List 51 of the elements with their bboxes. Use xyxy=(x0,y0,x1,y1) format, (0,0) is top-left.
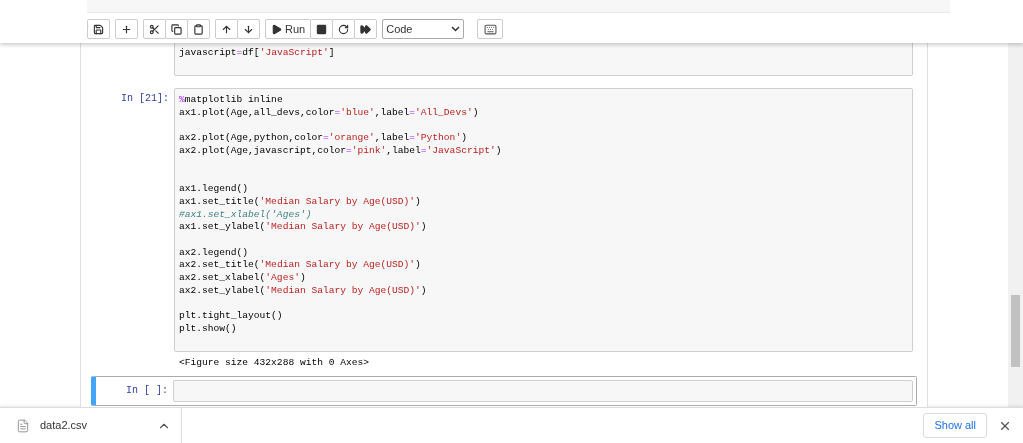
stop-button[interactable] xyxy=(310,19,334,39)
paste-button[interactable] xyxy=(187,19,210,39)
code-line: javascript=df['JavaScript'] xyxy=(179,46,335,59)
add-cell-button[interactable] xyxy=(115,19,138,39)
code-line: ax2.set_ylabel('Median Salary by Age(USD)') xyxy=(179,283,427,297)
code-line: ax2.legend() xyxy=(179,245,249,259)
cell-type-dropdown[interactable]: Code xyxy=(382,19,465,39)
move-down-button[interactable] xyxy=(237,19,260,39)
run-all-button[interactable] xyxy=(354,19,378,39)
fast-forward-icon xyxy=(360,23,372,35)
keyboard-button[interactable] xyxy=(477,19,504,39)
code-line: ax1.legend() xyxy=(179,182,249,195)
code-line: ax2.set_title('Median Salary by Age(USD)') xyxy=(179,258,421,271)
show-all-button[interactable]: Show all xyxy=(923,413,987,438)
code-line: %matplotlib inline xyxy=(179,93,283,107)
cell-output: <Figure size 432x288 with 0 Axes> xyxy=(178,356,370,370)
scissors-icon xyxy=(149,23,160,35)
circular-arrow-icon xyxy=(338,23,350,35)
keyboard-icon xyxy=(483,22,497,36)
square-icon xyxy=(316,23,328,35)
code-input-area[interactable] xyxy=(173,380,913,403)
copy-icon xyxy=(171,23,182,35)
copy-button[interactable] xyxy=(165,19,188,39)
play-icon xyxy=(271,23,282,35)
code-input-area[interactable] xyxy=(174,88,913,353)
plus-icon xyxy=(121,23,132,35)
code-line: ax2.plot(Age,python,color='orange',label='Python') xyxy=(179,131,467,145)
code-line: ax1.set_ylabel('Median Salary by Age(USD)') xyxy=(179,220,427,233)
arrow-up-icon xyxy=(221,23,232,35)
code-line: ax1.set_title('Median Salary by Age(USD)') xyxy=(179,194,421,208)
cut-button[interactable] xyxy=(143,19,166,39)
code-line: plt.show() xyxy=(179,321,237,335)
scrollbar-thumb[interactable] xyxy=(1011,295,1020,367)
code-line: ax2.plot(Age,javascript,color='pink',label='JavaScript') xyxy=(179,144,502,157)
code-input-area[interactable]: javascript=df['JavaScript'] xyxy=(174,41,913,77)
file-icon xyxy=(16,418,30,433)
input-prompt: In [21]: xyxy=(121,92,169,107)
save-button[interactable] xyxy=(87,19,110,39)
move-up-button[interactable] xyxy=(215,19,238,39)
code-line: ax2.set_xlabel('Ages') xyxy=(179,271,306,284)
code-line: ax1.plot(Age,all_devs,color='blue',label='All_Devs') xyxy=(179,106,479,119)
code-line: #ax1.set_xlabel('Ages') xyxy=(179,207,312,221)
file-name: data2.csv xyxy=(40,418,89,434)
chevron-down-icon xyxy=(451,26,461,32)
arrow-down-icon xyxy=(243,23,254,35)
input-prompt: In [ ]: xyxy=(126,384,168,399)
code-line: plt.tight_layout() xyxy=(179,309,283,322)
download-item[interactable]: data2.csv xyxy=(0,408,182,443)
run-button[interactable]: Run xyxy=(265,19,312,39)
restart-button[interactable] xyxy=(332,19,356,39)
clipboard-icon xyxy=(193,23,204,35)
